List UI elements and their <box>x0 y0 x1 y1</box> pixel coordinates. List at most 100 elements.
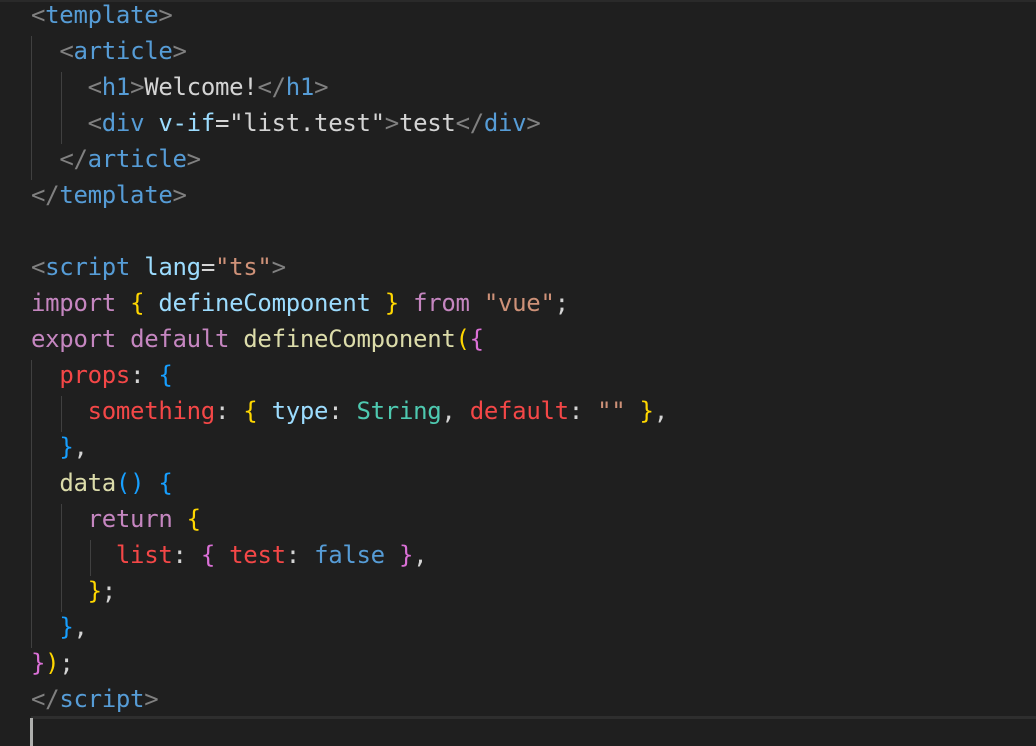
code-token: { <box>158 361 173 389</box>
code-token: =" <box>214 109 244 137</box>
code-token: v-if <box>158 109 215 137</box>
code-token: { <box>186 505 201 533</box>
code-line[interactable]: <h1>Welcome!</h1> <box>31 72 668 108</box>
code-line[interactable]: export default defineComponent({ <box>31 324 668 360</box>
code-token: > <box>172 181 187 209</box>
code-token: "ts" <box>214 253 272 281</box>
code-token: Welcome! <box>144 73 258 101</box>
code-token: } <box>398 541 414 569</box>
code-token: , <box>413 541 428 569</box>
code-area[interactable]: <template> <article> <h1>Welcome!</h1> <… <box>31 0 668 720</box>
code-token: props <box>59 361 131 389</box>
code-token: : <box>214 397 230 425</box>
code-line[interactable]: }, <box>31 432 668 468</box>
code-token: } <box>639 397 654 425</box>
code-token: </ <box>257 73 286 101</box>
code-line[interactable]: list: { test: false }, <box>31 540 668 576</box>
code-line[interactable]: <div v-if="list.test">test</div> <box>31 108 668 144</box>
code-line[interactable]: </article> <box>31 144 668 180</box>
code-line[interactable]: }); <box>31 648 668 684</box>
code-token: , <box>441 397 456 425</box>
code-token: false <box>314 541 385 569</box>
code-token: data <box>59 469 116 497</box>
code-token: list <box>115 541 173 569</box>
code-token: defineComponent <box>158 289 371 317</box>
code-token: article <box>73 37 173 65</box>
code-line[interactable]: <article> <box>31 36 668 72</box>
code-token: String <box>356 397 442 425</box>
code-token: defineComponent <box>243 325 456 353</box>
code-token: : <box>130 361 145 389</box>
code-line[interactable]: props: { <box>31 360 668 396</box>
code-token: "" <box>597 397 626 425</box>
code-token: > <box>186 145 201 173</box>
code-token: > <box>271 253 286 281</box>
code-token: } <box>87 577 102 605</box>
code-token: < <box>87 73 102 101</box>
code-token: < <box>87 109 102 137</box>
code-token: default <box>469 397 569 425</box>
code-token: list.test <box>243 109 371 137</box>
code-token: () <box>115 469 145 497</box>
code-token: div <box>483 109 527 137</box>
code-token: type <box>271 397 329 425</box>
code-token: : <box>172 541 187 569</box>
code-token: test <box>398 109 456 137</box>
code-token: , <box>73 433 88 461</box>
code-line[interactable]: import { defineComponent } from "vue"; <box>31 288 668 324</box>
code-token: h1 <box>101 73 131 101</box>
code-token: h1 <box>285 73 315 101</box>
code-token: > <box>314 73 329 101</box>
code-editor[interactable]: <template> <article> <h1>Welcome!</h1> <… <box>0 0 1036 746</box>
code-token: something <box>87 397 216 425</box>
code-token: > <box>526 109 541 137</box>
code-line[interactable]: data() { <box>31 468 668 504</box>
code-token: from <box>413 289 470 317</box>
code-line[interactable]: }, <box>31 612 668 648</box>
code-token: export <box>31 325 116 353</box>
code-token: > <box>384 109 399 137</box>
code-line[interactable]: something: { type: String, default: "" }… <box>31 396 669 432</box>
code-token: = <box>200 253 215 281</box>
code-token: } <box>59 613 74 641</box>
code-line[interactable]: <template> <box>31 0 668 36</box>
code-line[interactable]: }; <box>31 576 668 612</box>
code-token: { <box>200 541 215 569</box>
code-token: > <box>158 1 173 29</box>
code-token: { <box>158 469 173 497</box>
code-line[interactable]: </template> <box>31 180 668 216</box>
code-line[interactable]: return { <box>31 504 668 540</box>
code-line[interactable]: </script> <box>31 684 668 720</box>
code-line[interactable] <box>31 216 668 252</box>
code-token: , <box>73 613 88 641</box>
code-token: test <box>229 541 286 569</box>
code-token: : <box>328 397 343 425</box>
code-line[interactable]: <script lang="ts"> <box>31 252 668 288</box>
